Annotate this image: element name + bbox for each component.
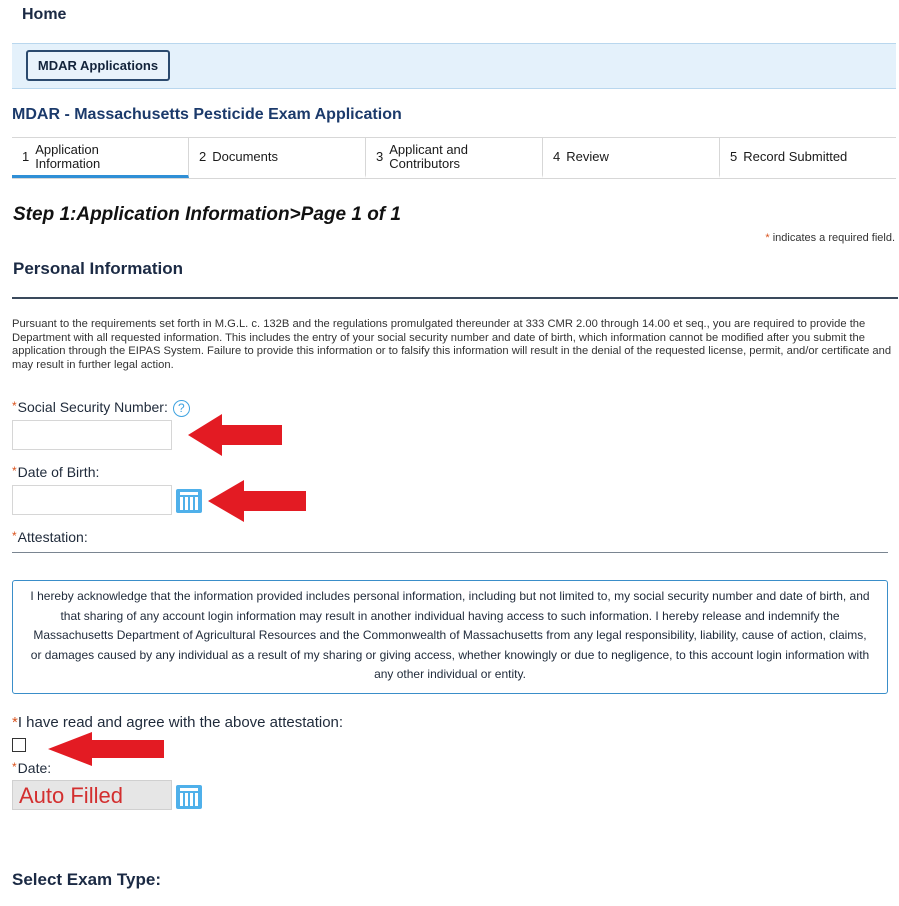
ssn-input[interactable] [12, 420, 172, 450]
required-star: * [12, 464, 17, 478]
agree-attestation-checkbox[interactable] [12, 738, 26, 752]
step-number: 3 [376, 149, 384, 164]
step-number: 1 [22, 149, 30, 164]
step-applicant-and-contributors[interactable]: 3 Applicant and Contributors [366, 138, 543, 178]
applications-bar: MDAR Applications [12, 43, 896, 89]
step-review[interactable]: 4 Review [543, 138, 720, 178]
date-label: *Date: [12, 760, 51, 776]
page-step-heading: Step 1:Application Information>Page 1 of… [13, 204, 401, 225]
step-application-information[interactable]: 1 Application Information [12, 138, 189, 178]
dob-label-text: Date of Birth: [17, 464, 100, 480]
attestation-text-box: I hereby acknowledge that the informatio… [12, 580, 888, 694]
annotation-arrow [208, 480, 306, 522]
ssn-label: *Social Security Number:? [12, 399, 190, 417]
step-label: Review [566, 148, 609, 164]
date-label-text: Date: [17, 760, 52, 776]
section-title-personal-information: Personal Information [13, 259, 184, 278]
step-record-submitted[interactable]: 5 Record Submitted [720, 138, 896, 178]
mdar-applications-button[interactable]: MDAR Applications [26, 50, 170, 81]
step-label: Documents [212, 148, 278, 164]
ssn-label-text: Social Security Number: [17, 399, 168, 415]
attestation-label-text: Attestation: [17, 529, 88, 545]
attestation-label: *Attestation: [12, 529, 88, 545]
agree-label-text: I have read and agree with the above att… [17, 714, 344, 731]
required-star: * [12, 760, 17, 774]
step-progress-bar: 1 Application Information 2 Documents 3 … [12, 137, 896, 179]
annotation-arrow [188, 414, 282, 456]
application-title: MDAR - Massachusetts Pesticide Exam Appl… [12, 106, 402, 123]
calendar-icon[interactable] [176, 489, 202, 513]
required-star: * [12, 529, 17, 543]
required-note-text: indicates a required field. [772, 232, 895, 244]
date-input[interactable]: Auto Filled [12, 780, 172, 810]
dob-input[interactable] [12, 485, 172, 515]
home-link[interactable]: Home [22, 6, 66, 24]
step-documents[interactable]: 2 Documents [189, 138, 366, 178]
step-number: 5 [730, 149, 738, 164]
required-star: * [12, 399, 17, 413]
section-divider [12, 297, 898, 299]
intro-paragraph: Pursuant to the requirements set forth i… [12, 318, 892, 371]
step-number: 4 [553, 149, 561, 164]
annotation-arrow [48, 732, 164, 766]
step-label: Record Submitted [743, 148, 848, 164]
step-label: Application Information [35, 141, 101, 171]
agree-attestation-label: *I have read and agree with the above at… [12, 714, 343, 731]
dob-label: *Date of Birth: [12, 464, 99, 480]
step-label: Applicant and Contributors [389, 141, 469, 171]
attestation-divider [12, 552, 888, 553]
section-title-select-exam-type: Select Exam Type: [12, 870, 161, 889]
required-star: * [765, 232, 770, 244]
calendar-icon[interactable] [176, 785, 202, 809]
required-field-note: * indicates a required field. [765, 232, 895, 244]
step-number: 2 [199, 149, 207, 164]
